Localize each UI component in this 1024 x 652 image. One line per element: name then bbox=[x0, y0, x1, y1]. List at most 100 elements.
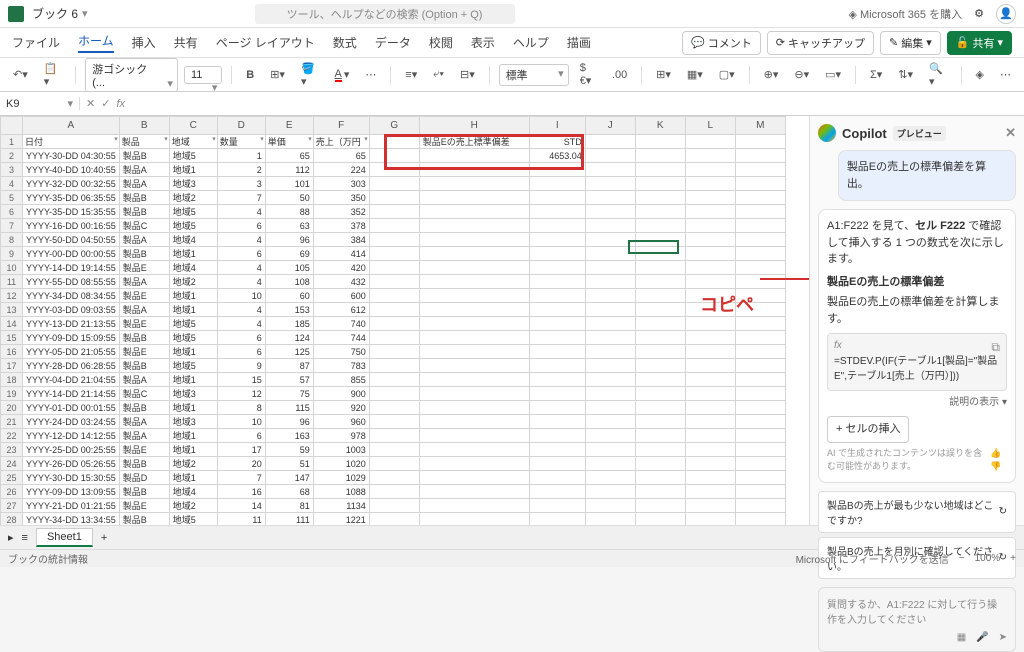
accept-formula-icon[interactable]: ✓ bbox=[101, 97, 110, 110]
table-header[interactable]: 売上（万円 bbox=[313, 135, 369, 149]
data-cell[interactable]: YYYY-50-DD 04:50:55 bbox=[23, 233, 120, 247]
data-cell[interactable]: YYYY-28-DD 06:28:55 bbox=[23, 359, 120, 373]
data-cell[interactable]: YYYY-35-DD 06:35:55 bbox=[23, 191, 120, 205]
row-header[interactable]: 6 bbox=[1, 205, 23, 219]
table-header[interactable]: 日付 bbox=[23, 135, 120, 149]
row-header[interactable]: 11 bbox=[1, 275, 23, 289]
menu-挿入[interactable]: 挿入 bbox=[132, 34, 156, 51]
sheet-tab[interactable]: Sheet1 bbox=[36, 528, 93, 547]
data-cell[interactable]: 製品B bbox=[119, 485, 169, 499]
table-header[interactable]: 製品 bbox=[119, 135, 169, 149]
row-header[interactable]: 7 bbox=[1, 219, 23, 233]
data-cell[interactable]: 8 bbox=[217, 401, 265, 415]
wrap-button[interactable]: ⤶▾ bbox=[428, 65, 449, 84]
menu-数式[interactable]: 数式 bbox=[333, 34, 357, 51]
row-header[interactable]: 2 bbox=[1, 149, 23, 163]
col-header[interactable]: B bbox=[119, 117, 169, 135]
spreadsheet-grid[interactable]: ABCDEFGHIJKLM1日付製品地域数量単価売上（万円製品Eの売上標準偏差S… bbox=[0, 116, 809, 525]
data-cell[interactable]: 地域4 bbox=[169, 485, 217, 499]
data-cell[interactable]: 60 bbox=[265, 289, 313, 303]
menu-校閲[interactable]: 校閲 bbox=[429, 34, 453, 51]
fill-color-button[interactable]: 🪣▾ bbox=[296, 59, 324, 91]
data-cell[interactable]: 111 bbox=[265, 513, 313, 526]
data-cell[interactable]: 製品E bbox=[119, 261, 169, 275]
copilot-input[interactable]: 質問するか、A1:F222 に対して行う操作を入力してください ▦ 🎤 ➤ bbox=[818, 587, 1016, 652]
data-cell[interactable]: 地域1 bbox=[169, 443, 217, 457]
data-cell[interactable]: 12 bbox=[217, 387, 265, 401]
data-cell[interactable]: YYYY-30-DD 04:30:55 bbox=[23, 149, 120, 163]
data-cell[interactable]: YYYY-01-DD 00:01:55 bbox=[23, 401, 120, 415]
avatar[interactable]: 👤 bbox=[996, 4, 1016, 24]
data-cell[interactable]: 600 bbox=[313, 289, 369, 303]
col-header[interactable]: H bbox=[419, 117, 529, 135]
data-cell[interactable]: 17 bbox=[217, 443, 265, 457]
copilot-toolbar-button[interactable]: ◈ bbox=[970, 65, 988, 84]
row-header[interactable]: 10 bbox=[1, 261, 23, 275]
chevron-down-icon[interactable]: ▾ bbox=[82, 7, 88, 20]
data-cell[interactable]: 4 bbox=[217, 317, 265, 331]
data-cell[interactable]: YYYY-04-DD 21:04:55 bbox=[23, 373, 120, 387]
col-header[interactable]: F bbox=[313, 117, 369, 135]
data-cell[interactable]: 855 bbox=[313, 373, 369, 387]
delete-cells-button[interactable]: ⊖▾ bbox=[789, 65, 814, 84]
feedback-icons[interactable]: 👍 👎 bbox=[990, 447, 1007, 474]
zoom-in-button[interactable]: + bbox=[1010, 553, 1016, 564]
insert-cell-button[interactable]: + セルの挿入 bbox=[827, 416, 909, 443]
data-cell[interactable]: 378 bbox=[313, 219, 369, 233]
data-cell[interactable]: YYYY-12-DD 14:12:55 bbox=[23, 429, 120, 443]
data-cell[interactable]: 16 bbox=[217, 485, 265, 499]
font-select[interactable]: 游ゴシック (... bbox=[85, 58, 178, 92]
data-cell[interactable]: 地域2 bbox=[169, 275, 217, 289]
data-cell[interactable]: YYYY-32-DD 00:32:55 bbox=[23, 177, 120, 191]
data-cell[interactable]: 製品B bbox=[119, 205, 169, 219]
data-cell[interactable]: 4 bbox=[217, 261, 265, 275]
send-icon[interactable]: ➤ bbox=[999, 632, 1007, 643]
data-cell[interactable]: 65 bbox=[313, 149, 369, 163]
data-cell[interactable]: 製品B bbox=[119, 359, 169, 373]
data-cell[interactable]: 地域3 bbox=[169, 387, 217, 401]
data-cell[interactable]: 製品A bbox=[119, 429, 169, 443]
suggestion-chip-1[interactable]: 製品Bの売上が最も少ない地域はどこですか?↻ bbox=[818, 491, 1016, 533]
number-format-select[interactable]: 標準 bbox=[499, 64, 569, 86]
edit-button[interactable]: ✎ 編集 ▾ bbox=[880, 31, 941, 55]
all-sheets-icon[interactable]: ≡ bbox=[22, 532, 28, 544]
paste-button[interactable]: 📋▾ bbox=[39, 59, 67, 91]
data-cell[interactable]: 製品A bbox=[119, 275, 169, 289]
table-header[interactable]: 単価 bbox=[265, 135, 313, 149]
font-size-select[interactable]: 11 bbox=[184, 66, 222, 84]
data-cell[interactable]: 303 bbox=[313, 177, 369, 191]
data-cell[interactable]: 地域2 bbox=[169, 457, 217, 471]
data-cell[interactable]: 125 bbox=[265, 345, 313, 359]
data-cell[interactable]: 1221 bbox=[313, 513, 369, 526]
data-cell[interactable]: 352 bbox=[313, 205, 369, 219]
data-cell[interactable]: 製品E bbox=[119, 289, 169, 303]
share-button[interactable]: 🔓 共有 ▾ bbox=[947, 31, 1012, 55]
merge-button[interactable]: ⊟▾ bbox=[455, 65, 480, 84]
data-cell[interactable]: 69 bbox=[265, 247, 313, 261]
data-cell[interactable]: YYYY-26-DD 05:26:55 bbox=[23, 457, 120, 471]
data-cell[interactable]: 製品A bbox=[119, 373, 169, 387]
row-header[interactable]: 27 bbox=[1, 499, 23, 513]
align-button[interactable]: ≡▾ bbox=[400, 65, 422, 84]
row-header[interactable]: 13 bbox=[1, 303, 23, 317]
find-button[interactable]: 🔍▾ bbox=[924, 59, 952, 91]
data-cell[interactable]: 112 bbox=[265, 163, 313, 177]
cancel-formula-icon[interactable]: ✕ bbox=[86, 97, 95, 110]
copy-icon[interactable]: ⧉ bbox=[991, 338, 1000, 356]
data-cell[interactable]: YYYY-34-DD 08:34:55 bbox=[23, 289, 120, 303]
table-format-button[interactable]: ▦▾ bbox=[682, 65, 708, 84]
col-header[interactable]: L bbox=[685, 117, 735, 135]
data-cell[interactable]: 地域4 bbox=[169, 233, 217, 247]
data-cell[interactable]: 420 bbox=[313, 261, 369, 275]
data-cell[interactable]: 115 bbox=[265, 401, 313, 415]
row-header[interactable]: 25 bbox=[1, 471, 23, 485]
data-cell[interactable]: 地域1 bbox=[169, 289, 217, 303]
autosum-button[interactable]: Σ▾ bbox=[865, 65, 887, 84]
data-cell[interactable]: 1020 bbox=[313, 457, 369, 471]
data-cell[interactable]: YYYY-14-DD 19:14:55 bbox=[23, 261, 120, 275]
data-cell[interactable]: 製品E bbox=[119, 499, 169, 513]
menu-ホーム[interactable]: ホーム bbox=[78, 32, 114, 53]
data-cell[interactable]: YYYY-40-DD 10:40:55 bbox=[23, 163, 120, 177]
data-cell[interactable]: 51 bbox=[265, 457, 313, 471]
row-header[interactable]: 24 bbox=[1, 457, 23, 471]
